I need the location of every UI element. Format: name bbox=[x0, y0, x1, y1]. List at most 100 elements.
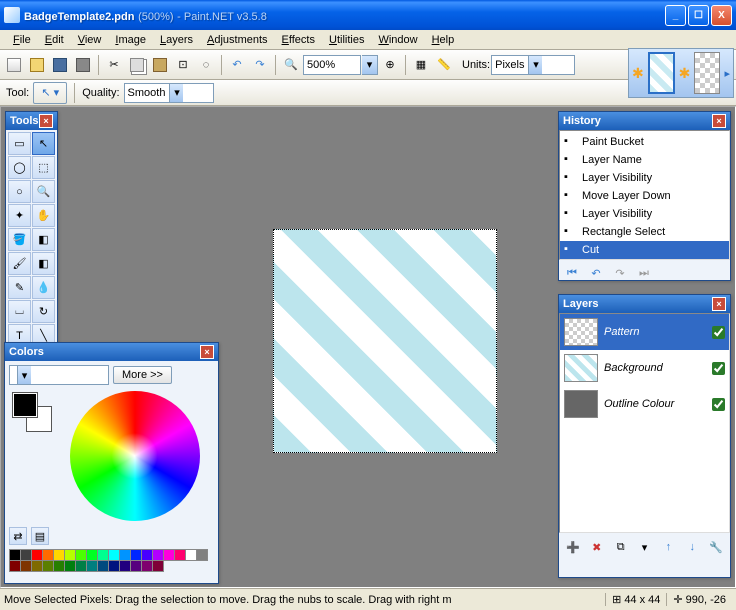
close-panel-button[interactable]: × bbox=[200, 345, 214, 359]
undo-button[interactable]: ↶ bbox=[226, 54, 248, 76]
hue-wheel[interactable] bbox=[70, 391, 200, 521]
history-list[interactable]: ▪New Layer▪Paint Bucket▪Layer Name▪Layer… bbox=[559, 130, 730, 260]
move-up-button[interactable]: ↑ bbox=[657, 536, 679, 558]
palette-swatch[interactable] bbox=[196, 549, 208, 561]
eraser-tool[interactable]: ◧ bbox=[32, 252, 55, 275]
clone-tool[interactable]: ⌴ bbox=[8, 300, 31, 323]
close-panel-button[interactable]: × bbox=[712, 297, 726, 311]
tool-label: Tool: bbox=[6, 87, 29, 99]
rect-select-tool[interactable]: ▭ bbox=[8, 132, 31, 155]
zoom-out-button[interactable]: 🔍 bbox=[280, 54, 302, 76]
maximize-button[interactable]: ☐ bbox=[688, 5, 709, 26]
canvas[interactable] bbox=[273, 229, 497, 453]
zoom-tool[interactable]: 🔍 bbox=[32, 180, 55, 203]
palette-swatch[interactable] bbox=[152, 560, 164, 572]
main-toolbar: ✂ ⊡ ◌ ↶ ↷ 🔍 ▾ ⊕ ▦ 📏 Units: Pixels▾ bbox=[0, 50, 736, 80]
new-button[interactable] bbox=[3, 54, 25, 76]
close-button[interactable]: X bbox=[711, 5, 732, 26]
quality-select[interactable]: Smooth▾ bbox=[124, 83, 214, 103]
history-last-button[interactable]: ⏭ bbox=[633, 262, 655, 284]
document-thumb-1[interactable] bbox=[648, 52, 675, 94]
history-item[interactable]: ▪Layer Name bbox=[560, 151, 729, 169]
history-first-button[interactable]: ⏮ bbox=[561, 262, 583, 284]
print-button[interactable] bbox=[72, 54, 94, 76]
layers-panel: Layers× PatternBackgroundOutline Colour … bbox=[558, 294, 731, 578]
bucket-tool[interactable]: 🪣 bbox=[8, 228, 31, 251]
history-item[interactable]: ▪Layer Visibility bbox=[560, 205, 729, 223]
status-hint: Move Selected Pixels: Drag the selection… bbox=[4, 594, 605, 606]
document-thumb-2[interactable] bbox=[694, 52, 720, 94]
menu-effects[interactable]: Effects bbox=[275, 32, 322, 48]
layer-item[interactable]: Pattern bbox=[560, 314, 729, 350]
history-item[interactable]: ▪Move Layer Down bbox=[560, 187, 729, 205]
menu-utilities[interactable]: Utilities bbox=[322, 32, 371, 48]
merge-layer-button[interactable]: ▾ bbox=[634, 536, 656, 558]
layer-visible-checkbox[interactable] bbox=[712, 326, 725, 339]
ruler-button[interactable]: 📏 bbox=[433, 54, 455, 76]
primary-color[interactable] bbox=[13, 393, 37, 417]
duplicate-layer-button[interactable]: ⧉ bbox=[610, 536, 632, 558]
color-swatches[interactable] bbox=[13, 393, 51, 431]
zoom-in-button[interactable]: ⊕ bbox=[379, 54, 401, 76]
crop-button[interactable]: ⊡ bbox=[172, 54, 194, 76]
layers-list[interactable]: PatternBackgroundOutline Colour bbox=[559, 313, 730, 533]
history-item[interactable]: ▪Cut bbox=[560, 241, 729, 259]
layer-visible-checkbox[interactable] bbox=[712, 362, 725, 375]
save-button[interactable] bbox=[49, 54, 71, 76]
layer-visible-checkbox[interactable] bbox=[712, 398, 725, 411]
history-item[interactable]: ▪Rectangle Select bbox=[560, 223, 729, 241]
history-undo-button[interactable]: ↶ bbox=[585, 262, 607, 284]
layer-item[interactable]: Outline Colour bbox=[560, 386, 729, 422]
add-layer-button[interactable]: ➕ bbox=[562, 536, 584, 558]
layer-props-button[interactable]: 🔧 bbox=[705, 536, 727, 558]
menu-view[interactable]: View bbox=[71, 32, 109, 48]
palette-button[interactable]: ▤ bbox=[31, 527, 49, 545]
zoom-dropdown[interactable]: ▾ bbox=[362, 55, 378, 75]
more-button[interactable]: More >> bbox=[113, 366, 172, 384]
pencil-tool[interactable]: ✎ bbox=[8, 276, 31, 299]
brush-tool[interactable]: 🖌 bbox=[8, 252, 31, 275]
swap-colors-button[interactable]: ⇄ bbox=[9, 527, 27, 545]
history-redo-button[interactable]: ↷ bbox=[609, 262, 631, 284]
redo-button[interactable]: ↷ bbox=[249, 54, 271, 76]
color-mode-select[interactable]: ▾ bbox=[9, 365, 109, 385]
close-panel-button[interactable]: × bbox=[39, 114, 53, 128]
open-button[interactable] bbox=[26, 54, 48, 76]
gradient-tool[interactable]: ◧ bbox=[32, 228, 55, 251]
ellipse-select-tool[interactable]: ○ bbox=[8, 180, 31, 203]
deselect-button[interactable]: ◌ bbox=[195, 54, 217, 76]
close-panel-button[interactable]: × bbox=[712, 114, 726, 128]
cut-button[interactable]: ✂ bbox=[103, 54, 125, 76]
move-selection-tool[interactable]: ⬚ bbox=[32, 156, 55, 179]
move-down-button[interactable]: ↓ bbox=[681, 536, 703, 558]
zoom-input[interactable] bbox=[303, 55, 361, 75]
history-item[interactable]: ▪Paint Bucket bbox=[560, 133, 729, 151]
history-icon: ▪ bbox=[564, 171, 578, 185]
units-select[interactable]: Pixels▾ bbox=[491, 55, 575, 75]
recolor-tool[interactable]: ↻ bbox=[32, 300, 55, 323]
menu-help[interactable]: Help bbox=[425, 32, 462, 48]
menu-window[interactable]: Window bbox=[371, 32, 424, 48]
layer-item[interactable]: Background bbox=[560, 350, 729, 386]
pan-tool[interactable]: ✋ bbox=[32, 204, 55, 227]
move-tool[interactable]: ↖ bbox=[32, 132, 55, 155]
wand-tool[interactable]: ✦ bbox=[8, 204, 31, 227]
minimize-button[interactable]: _ bbox=[665, 5, 686, 26]
copy-button[interactable] bbox=[126, 54, 148, 76]
image-thumbstrip: ✱ ✱ ▸ bbox=[628, 48, 734, 98]
menu-adjustments[interactable]: Adjustments bbox=[200, 32, 275, 48]
menu-image[interactable]: Image bbox=[108, 32, 153, 48]
paste-button[interactable] bbox=[149, 54, 171, 76]
layer-thumb bbox=[564, 354, 598, 382]
grid-button[interactable]: ▦ bbox=[410, 54, 432, 76]
tool-selector[interactable]: ↖ ▾ bbox=[33, 82, 67, 104]
lasso-tool[interactable]: ◯ bbox=[8, 156, 31, 179]
chevron-right-icon[interactable]: ▸ bbox=[724, 67, 730, 80]
menu-edit[interactable]: Edit bbox=[38, 32, 71, 48]
picker-tool[interactable]: 💧 bbox=[32, 276, 55, 299]
delete-layer-button[interactable]: ✖ bbox=[586, 536, 608, 558]
color-palette bbox=[9, 549, 214, 571]
menu-layers[interactable]: Layers bbox=[153, 32, 200, 48]
history-item[interactable]: ▪Layer Visibility bbox=[560, 169, 729, 187]
menu-file[interactable]: File bbox=[6, 32, 38, 48]
